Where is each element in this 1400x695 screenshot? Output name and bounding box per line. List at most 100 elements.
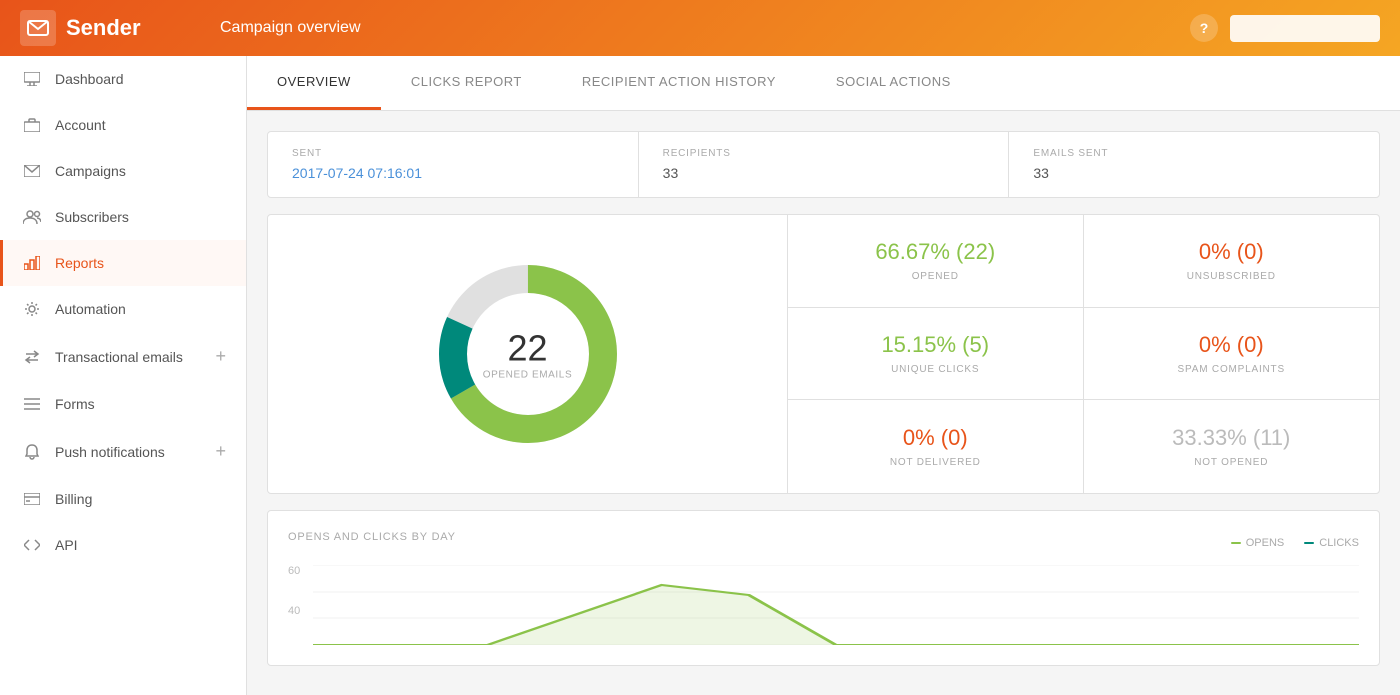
main-content: OVERVIEW CLICKS REPORT RECIPIENT ACTION … xyxy=(247,56,1400,695)
sidebar-item-dashboard[interactable]: Dashboard xyxy=(0,56,246,102)
arrows-icon xyxy=(23,348,41,366)
stats-bar: SENT 2017-07-24 07:16:01 RECIPIENTS 33 E… xyxy=(267,131,1380,198)
tab-social-actions[interactable]: SOCIAL ACTIONS xyxy=(806,56,981,110)
donut-chart: 22 OPENED EMAILS xyxy=(428,254,628,454)
legend-clicks: CLICKS xyxy=(1304,537,1359,549)
app-header: Sender Campaign overview ? xyxy=(0,0,1400,56)
metric-value-unique-clicks: 15.15% (5) xyxy=(881,332,989,358)
metric-not-opened: 33.33% (11) NOT OPENED xyxy=(1084,400,1380,493)
briefcase-icon xyxy=(23,116,41,134)
chart-y-labels: 60 40 xyxy=(288,565,308,645)
metric-label-spam-complaints: SPAM COMPLAINTS xyxy=(1178,364,1285,375)
sidebar-item-label: Subscribers xyxy=(55,209,226,225)
metrics-panel: 22 OPENED EMAILS 66.67% (22) OPENED 0% (… xyxy=(267,214,1380,494)
donut-label: OPENED EMAILS xyxy=(483,370,573,381)
sidebar-item-subscribers[interactable]: Subscribers xyxy=(0,194,246,240)
legend-opens-label: OPENS xyxy=(1246,537,1285,549)
recipients-label: RECIPIENTS xyxy=(663,148,985,159)
metric-unsubscribed: 0% (0) UNSUBSCRIBED xyxy=(1084,215,1380,308)
emails-sent-value: 33 xyxy=(1033,165,1355,181)
metrics-grid: 66.67% (22) OPENED 0% (0) UNSUBSCRIBED 1… xyxy=(788,215,1379,493)
sidebar-item-api[interactable]: API xyxy=(0,522,246,568)
sidebar-item-billing[interactable]: Billing xyxy=(0,476,246,522)
logo-icon xyxy=(20,10,56,46)
sidebar-item-forms[interactable]: Forms xyxy=(0,381,246,427)
main-layout: Dashboard Account Campaigns xyxy=(0,56,1400,695)
tab-clicks-report[interactable]: CLICKS REPORT xyxy=(381,56,552,110)
opens-dot xyxy=(1231,542,1241,544)
logo-text: Sender xyxy=(66,15,141,41)
content-area: SENT 2017-07-24 07:16:01 RECIPIENTS 33 E… xyxy=(247,111,1400,686)
sidebar-item-automation[interactable]: Automation xyxy=(0,286,246,332)
metric-label-unsubscribed: UNSUBSCRIBED xyxy=(1187,271,1276,282)
sidebar-item-push-notifications[interactable]: Push notifications + xyxy=(0,427,246,476)
metric-unique-clicks: 15.15% (5) UNIQUE CLICKS xyxy=(788,308,1084,401)
sidebar: Dashboard Account Campaigns xyxy=(0,56,247,695)
clicks-dot xyxy=(1304,542,1314,544)
metric-label-opened: OPENED xyxy=(912,271,959,282)
chart-area: 60 40 xyxy=(288,565,1359,645)
metric-opened: 66.67% (22) OPENED xyxy=(788,215,1084,308)
search-input[interactable] xyxy=(1230,15,1380,42)
list-icon xyxy=(23,395,41,413)
tabs-bar: OVERVIEW CLICKS REPORT RECIPIENT ACTION … xyxy=(247,56,1400,111)
sidebar-item-account[interactable]: Account xyxy=(0,102,246,148)
y-label-40: 40 xyxy=(288,605,300,617)
chart-title: OPENS AND CLICKS BY DAY xyxy=(288,531,456,543)
sidebar-item-label: Billing xyxy=(55,491,226,507)
sidebar-item-label: Transactional emails xyxy=(55,349,201,365)
envelope-icon xyxy=(23,162,41,180)
sidebar-item-label: Forms xyxy=(55,396,226,412)
page-title: Campaign overview xyxy=(220,19,1190,37)
sidebar-item-label: Automation xyxy=(55,301,226,317)
sidebar-item-label: Campaigns xyxy=(55,163,226,179)
metric-label-not-delivered: NOT DELIVERED xyxy=(890,457,981,468)
y-label-60: 60 xyxy=(288,565,300,577)
donut-center: 22 OPENED EMAILS xyxy=(483,328,573,381)
chart-svg xyxy=(313,565,1359,645)
metric-value-not-opened: 33.33% (11) xyxy=(1172,425,1290,451)
bell-icon xyxy=(23,443,41,461)
legend-clicks-label: CLICKS xyxy=(1319,537,1359,549)
header-actions: ? xyxy=(1190,14,1380,42)
sidebar-item-label: API xyxy=(55,537,226,553)
logo: Sender xyxy=(20,10,220,46)
tab-recipient-action-history[interactable]: RECIPIENT ACTION HISTORY xyxy=(552,56,806,110)
gear-icon xyxy=(23,300,41,318)
code-icon xyxy=(23,536,41,554)
metric-value-not-delivered: 0% (0) xyxy=(903,425,968,451)
monitor-icon xyxy=(23,70,41,88)
metric-value-opened: 66.67% (22) xyxy=(875,239,995,265)
sidebar-item-label: Reports xyxy=(55,255,226,271)
tab-overview[interactable]: OVERVIEW xyxy=(247,56,381,110)
chart-panel: OPENS AND CLICKS BY DAY OPENS CLICKS xyxy=(267,510,1380,666)
sent-stat: SENT 2017-07-24 07:16:01 xyxy=(268,132,639,197)
metric-label-unique-clicks: UNIQUE CLICKS xyxy=(891,364,979,375)
metric-value-spam-complaints: 0% (0) xyxy=(1199,332,1264,358)
sidebar-item-campaigns[interactable]: Campaigns xyxy=(0,148,246,194)
emails-sent-stat: EMAILS SENT 33 xyxy=(1009,132,1379,197)
metric-not-delivered: 0% (0) NOT DELIVERED xyxy=(788,400,1084,493)
donut-number: 22 xyxy=(483,328,573,370)
sidebar-item-label: Dashboard xyxy=(55,71,226,87)
sent-label: SENT xyxy=(292,148,614,159)
legend-opens: OPENS xyxy=(1231,537,1285,549)
emails-sent-label: EMAILS SENT xyxy=(1033,148,1355,159)
plus-icon[interactable]: + xyxy=(215,441,226,462)
sidebar-item-label: Push notifications xyxy=(55,444,201,460)
metric-spam-complaints: 0% (0) SPAM COMPLAINTS xyxy=(1084,308,1380,401)
help-button[interactable]: ? xyxy=(1190,14,1218,42)
sidebar-item-transactional-emails[interactable]: Transactional emails + xyxy=(0,332,246,381)
chart-legend: OPENS CLICKS xyxy=(1231,537,1359,549)
recipients-stat: RECIPIENTS 33 xyxy=(639,132,1010,197)
plus-icon[interactable]: + xyxy=(215,346,226,367)
metric-value-unsubscribed: 0% (0) xyxy=(1199,239,1264,265)
sent-value: 2017-07-24 07:16:01 xyxy=(292,165,614,181)
sidebar-item-reports[interactable]: Reports xyxy=(0,240,246,286)
donut-section: 22 OPENED EMAILS xyxy=(268,215,788,493)
sidebar-item-label: Account xyxy=(55,117,226,133)
people-icon xyxy=(23,208,41,226)
metric-label-not-opened: NOT OPENED xyxy=(1194,457,1268,468)
recipients-value: 33 xyxy=(663,165,985,181)
card-icon xyxy=(23,490,41,508)
